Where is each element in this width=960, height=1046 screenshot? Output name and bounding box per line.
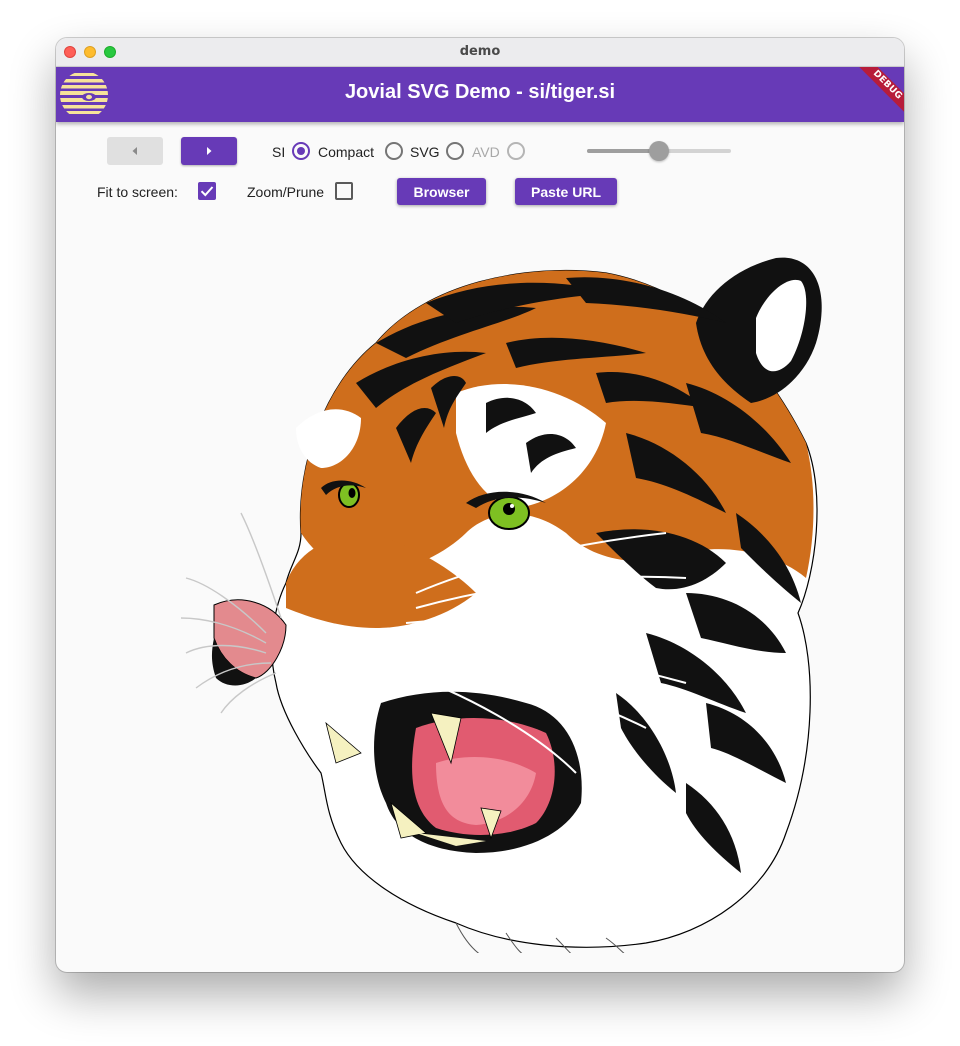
app-title: Jovial SVG Demo - si/tiger.si bbox=[344, 81, 616, 103]
paste-url-button[interactable]: Paste URL bbox=[515, 178, 617, 205]
format-radio-svg[interactable] bbox=[446, 142, 464, 160]
next-button[interactable] bbox=[181, 137, 237, 165]
format-label-avd: AVD bbox=[472, 144, 500, 160]
arrow-right-icon bbox=[207, 147, 212, 155]
debug-banner: DEBUG bbox=[844, 67, 904, 127]
zoom-prune-checkbox[interactable] bbox=[335, 182, 353, 200]
fit-to-screen-label: Fit to screen: bbox=[97, 184, 178, 200]
zoom-slider[interactable] bbox=[587, 139, 731, 163]
slider-thumb[interactable] bbox=[649, 141, 669, 161]
window-titlebar[interactable]: demo bbox=[56, 38, 904, 67]
previous-button[interactable] bbox=[107, 137, 163, 165]
tiger-image bbox=[126, 233, 836, 960]
fit-to-screen-checkbox[interactable] bbox=[198, 182, 216, 200]
arrow-left-icon bbox=[132, 147, 137, 155]
format-radio-si[interactable] bbox=[292, 142, 310, 160]
app-bar: Jovial SVG Demo - si/tiger.si DEBUG bbox=[56, 67, 904, 122]
format-label-si: SI bbox=[272, 144, 286, 160]
format-radio-compact[interactable] bbox=[385, 142, 403, 160]
format-label-compact: Compact bbox=[318, 144, 375, 160]
format-label-svg: SVG bbox=[410, 144, 440, 160]
format-radio-avd bbox=[507, 142, 525, 160]
zoom-prune-label: Zoom/Prune bbox=[247, 184, 325, 200]
app-window: demo Jovial SVG Demo - si/tiger.si DEBUG… bbox=[56, 38, 904, 972]
browser-button[interactable]: Browser bbox=[397, 178, 486, 205]
checkmark-icon bbox=[200, 186, 214, 197]
window-title: demo bbox=[459, 44, 501, 59]
